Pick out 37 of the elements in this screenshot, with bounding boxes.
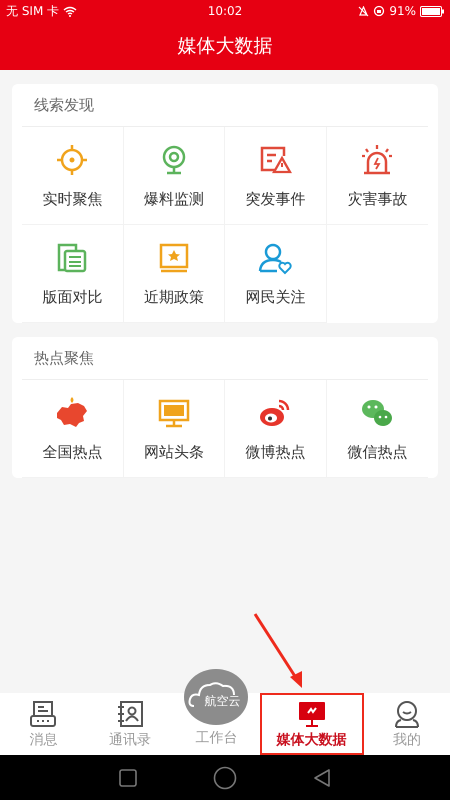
battery-text: 91%: [389, 4, 416, 18]
inbox-icon: [28, 699, 58, 729]
feature-tile[interactable]: 突发事件: [225, 127, 326, 225]
back-icon[interactable]: [312, 768, 332, 788]
feature-tile[interactable]: 网民关注: [225, 225, 326, 323]
tile-label: 突发事件: [245, 190, 306, 209]
section-title: 热点聚焦: [34, 348, 94, 368]
tile-label: 爆料监测: [144, 190, 204, 209]
section-title: 线索发现: [34, 96, 94, 114]
feature-tile[interactable]: 微博热点: [225, 380, 326, 478]
monitor-chart-icon: [296, 699, 326, 729]
battery-icon: [420, 6, 444, 16]
carrier-text: 无 SIM 卡: [6, 2, 60, 20]
tab-item[interactable]: 媒体大数据: [260, 693, 364, 755]
feature-tile[interactable]: 版面对比: [22, 225, 124, 323]
feature-tile[interactable]: 网站头条: [124, 380, 225, 478]
wifi-icon: [63, 6, 78, 16]
tile-label: 近期政策: [144, 288, 204, 307]
recents-icon[interactable]: [118, 768, 138, 788]
feature-tile[interactable]: 近期政策: [124, 225, 225, 323]
tile-label: 灾害事故: [347, 190, 408, 209]
tile-label: 网站头条: [144, 443, 204, 462]
tile-label: 全国热点: [42, 443, 102, 462]
tile-label: 微博热点: [245, 443, 306, 462]
tile-label: 网民关注: [245, 288, 306, 307]
clock-text: 10:02: [208, 4, 242, 18]
header-title: 媒体大数据: [178, 34, 272, 59]
home-icon[interactable]: [212, 766, 237, 790]
feature-tile[interactable]: 实时聚焦: [22, 127, 124, 225]
feature-tile[interactable]: 爆料监测: [124, 127, 225, 225]
logo-text: 航空云: [204, 692, 240, 710]
feature-tile[interactable]: 全国热点: [22, 380, 124, 478]
tile-label: 实时聚焦: [42, 190, 102, 209]
feature-tile[interactable]: 灾害事故: [326, 127, 428, 225]
tile-label: 微信热点: [347, 443, 408, 462]
tile-label: 版面对比: [42, 288, 102, 307]
feature-tile[interactable]: 微信热点: [326, 380, 428, 478]
